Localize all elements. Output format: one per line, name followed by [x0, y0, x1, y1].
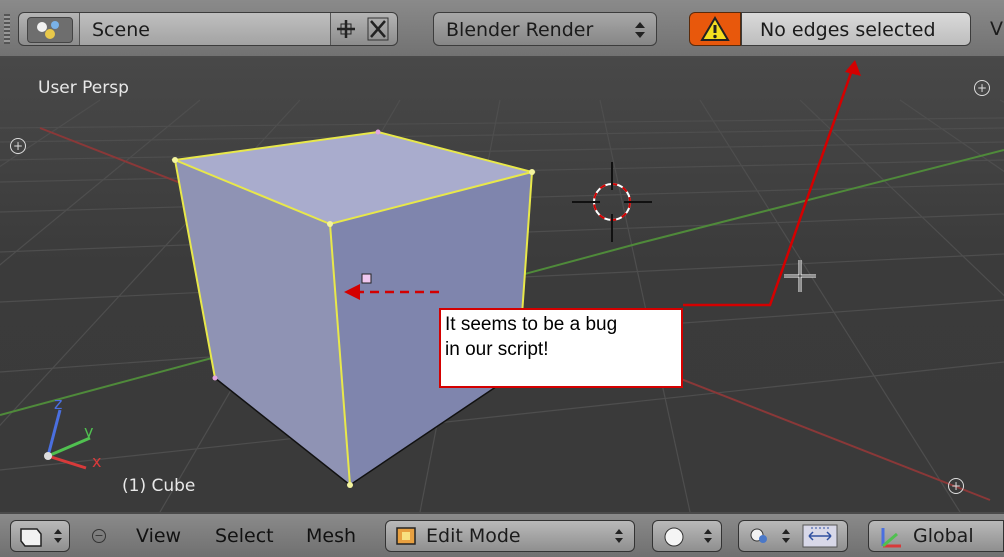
expand-region-icon[interactable]: + [10, 138, 26, 154]
status-message-field: No edges selected [741, 12, 971, 46]
manipulator-icon [881, 528, 901, 548]
updown-arrows-icon [704, 529, 712, 543]
left-grip [4, 14, 10, 44]
updown-arrows-icon [782, 529, 790, 543]
menu-view[interactable]: View [136, 518, 181, 554]
axis-label-z: z [54, 394, 63, 413]
manipulate-center-icon[interactable] [801, 523, 839, 549]
status-message: No edges selected [760, 19, 936, 41]
axis-label-y: y [84, 422, 94, 441]
viewport-scene [0, 58, 1004, 512]
transform-orientation-dropdown[interactable]: Global [868, 520, 1004, 552]
annotation-line-1: It seems to be a bug [445, 314, 618, 335]
warning-icon [700, 16, 730, 41]
expand-region-icon[interactable]: + [974, 80, 990, 96]
updown-arrows-icon [615, 529, 623, 543]
edit-mode-icon [396, 527, 416, 545]
object-info-label: (1) Cube [122, 476, 196, 496]
scene-name-label: Scene [92, 19, 150, 41]
pivot-point-icon [750, 528, 767, 543]
viewport-header: − View Select Mesh Edit Mode Global [0, 512, 1004, 557]
updown-arrows-icon [54, 529, 62, 543]
warning-button[interactable] [689, 12, 741, 46]
cube-icon [20, 528, 42, 547]
close-icon [367, 17, 389, 41]
scene-icon[interactable] [27, 17, 73, 43]
updown-arrows-icon [635, 22, 645, 38]
view-mode-label: User Persp [38, 78, 129, 98]
solid-sphere-icon [664, 527, 684, 547]
3d-viewport[interactable]: User Persp (1) Cube z y x + + + It seems… [0, 58, 1004, 512]
mode-dropdown[interactable]: Edit Mode [385, 520, 635, 552]
annotation-line-2: in our script! [445, 339, 549, 360]
annotation-callout: It seems to be a bug in our script! [439, 308, 683, 388]
scene-selector[interactable]: Scene [18, 12, 398, 46]
delete-scene-button[interactable] [363, 15, 393, 43]
render-engine-dropdown[interactable]: Blender Render [433, 12, 657, 46]
collapse-menus-icon[interactable]: − [92, 529, 106, 543]
plus-icon [337, 20, 355, 38]
pivot-dropdown[interactable] [738, 520, 848, 552]
editor-type-button[interactable] [10, 520, 70, 552]
header-overflow-text: V [990, 18, 1003, 40]
menu-mesh[interactable]: Mesh [306, 518, 356, 554]
shading-dropdown[interactable] [652, 520, 722, 552]
scene-name-field[interactable]: Scene [79, 13, 331, 45]
add-scene-button[interactable] [331, 15, 361, 43]
render-engine-label: Blender Render [446, 19, 594, 41]
info-header: Scene Blender Render No edges selected V [0, 0, 1004, 58]
orientation-label: Global [913, 525, 974, 547]
expand-region-icon[interactable]: + [948, 478, 964, 494]
mode-label: Edit Mode [426, 525, 521, 547]
menu-select[interactable]: Select [215, 518, 274, 554]
axis-label-x: x [92, 452, 102, 471]
